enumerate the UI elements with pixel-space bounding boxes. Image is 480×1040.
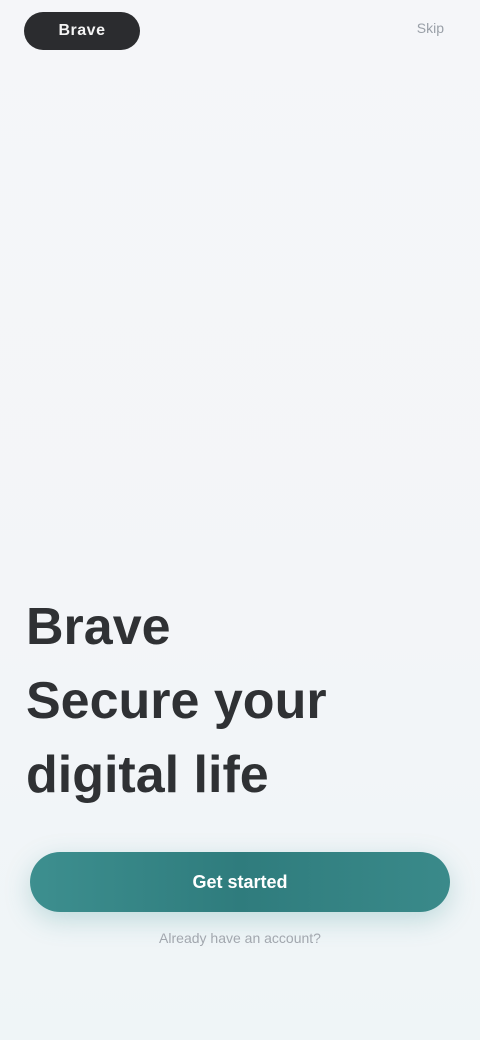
hero-section: Brave Secure your digital life [26,590,456,812]
top-bar: Brave Skip [0,0,480,64]
sign-in-link[interactable]: Already have an account? [0,930,480,946]
get-started-button[interactable]: Get started [30,852,450,912]
onboarding-screen: Brave Skip Brave Secure your digital lif… [0,0,480,1040]
logo-text: Brave [58,22,106,39]
hero-brand-name: Brave [26,598,171,656]
hero-headline: Secure your digital life [26,672,327,804]
skip-link[interactable]: Skip [417,20,444,36]
logo-pill: Brave [24,12,140,50]
